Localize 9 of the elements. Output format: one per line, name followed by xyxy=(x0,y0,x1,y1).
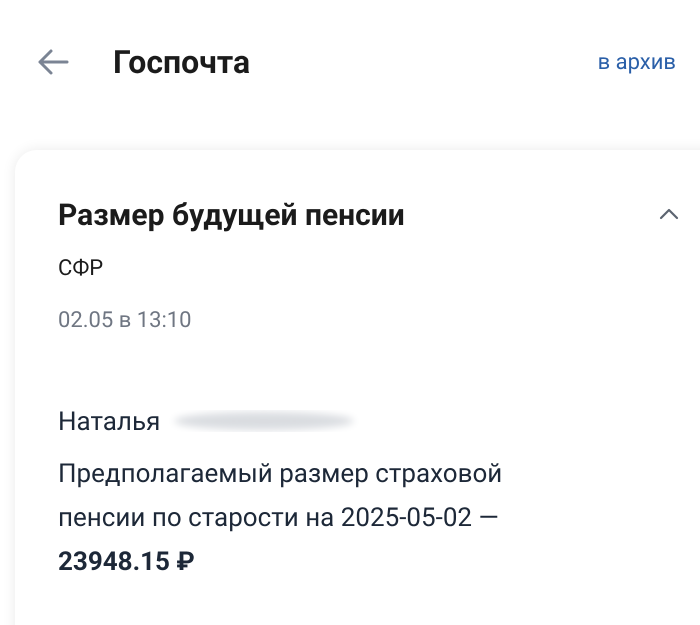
sender-name: СФР xyxy=(58,255,104,283)
message-date: 02.05 в 13:10 xyxy=(58,307,193,335)
page-title: Госпочта xyxy=(113,46,250,78)
message-body: Предполагаемый размер страховой пенсии по старости на 2025-05-02 — 23948.15 ₽ xyxy=(58,458,504,579)
chevron-up-icon xyxy=(659,208,679,220)
archive-link[interactable]: в архив xyxy=(598,46,676,78)
greeting-text: Наталья xyxy=(58,406,160,439)
back-arrow-icon xyxy=(37,48,69,76)
message-title: Размер будущей пенсии xyxy=(58,197,405,235)
